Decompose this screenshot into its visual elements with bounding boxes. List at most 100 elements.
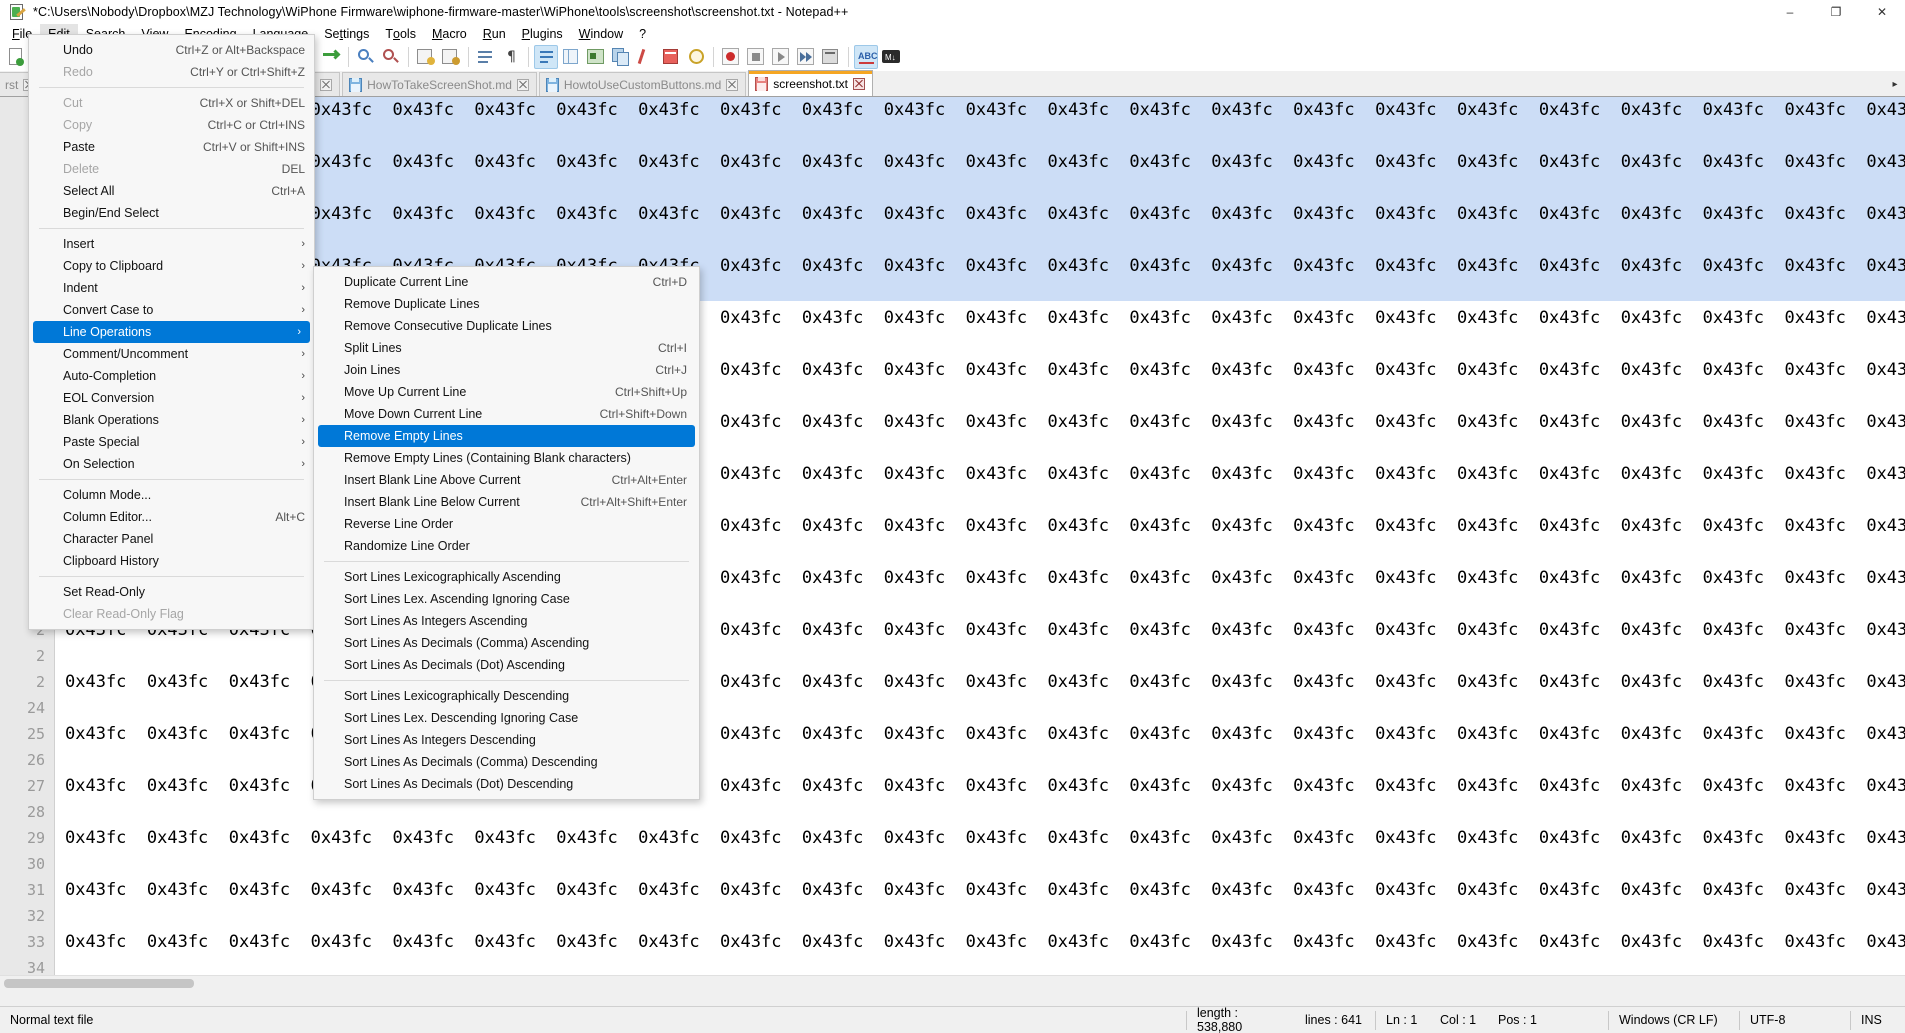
document-tab[interactable]: HowtoUseCustomButtons.md [539, 72, 746, 96]
sync-vertical-scroll-icon[interactable] [474, 45, 498, 69]
document-tab[interactable]: HowToTakeScreenShot.md [342, 72, 537, 96]
menubar-item-tools[interactable]: Tools [377, 24, 424, 43]
menu-item-move-down-current-line[interactable]: Move Down Current LineCtrl+Shift+Down [314, 403, 699, 425]
menu-item-remove-empty-lines-containing-blank-characters[interactable]: Remove Empty Lines (Containing Blank cha… [314, 447, 699, 469]
menu-item-paste-special[interactable]: Paste Special› [29, 431, 314, 453]
function-list-icon[interactable] [684, 45, 708, 69]
menu-item-insert-blank-line-below-current[interactable]: Insert Blank Line Below CurrentCtrl+Alt+… [314, 491, 699, 513]
minimize-button[interactable]: – [1767, 0, 1813, 24]
menu-item-randomize-line-order[interactable]: Randomize Line Order [314, 535, 699, 557]
menu-item-insert-blank-line-above-current[interactable]: Insert Blank Line Above CurrentCtrl+Alt+… [314, 469, 699, 491]
menu-item-sort-lines-as-integers-descending[interactable]: Sort Lines As Integers Descending [314, 729, 699, 751]
menu-item-set-read-only[interactable]: Set Read-Only [29, 581, 314, 603]
menu-item-sort-lines-as-decimals-dot-ascending[interactable]: Sort Lines As Decimals (Dot) Ascending [314, 654, 699, 676]
line-number: 25 [27, 721, 45, 747]
menu-item-shortcut: Ctrl+A [271, 184, 305, 198]
toolbar-separator [408, 47, 409, 67]
word-wrap-icon[interactable] [534, 45, 558, 69]
zoom-out-icon[interactable] [439, 45, 463, 69]
tab-close-icon[interactable] [517, 79, 529, 91]
menu-item-indent[interactable]: Indent› [29, 277, 314, 299]
menu-item-sort-lines-lex-descending-ignoring-case[interactable]: Sort Lines Lex. Descending Ignoring Case [314, 707, 699, 729]
notepad-plus-plus-window: *C:\Users\Nobody\Dropbox\MZJ Technology\… [0, 0, 1905, 1033]
menubar-item-macro[interactable]: Macro [424, 24, 475, 43]
code-line[interactable]: 0x43fc 0x43fc 0x43fc 0x43fc 0x43fc 0x43f… [65, 929, 1905, 955]
edit-menu-popup[interactable]: UndoCtrl+Z or Alt+BackspaceRedoCtrl+Y or… [28, 34, 315, 630]
tab-close-icon[interactable] [853, 78, 865, 90]
menu-item-line-operations[interactable]: Line Operations› [33, 321, 310, 343]
menu-item-reverse-line-order[interactable]: Reverse Line Order [314, 513, 699, 535]
macro-play-icon[interactable] [769, 45, 793, 69]
horizontal-scrollbar[interactable] [0, 975, 1905, 990]
menu-item-join-lines[interactable]: Join LinesCtrl+J [314, 359, 699, 381]
menu-item-sort-lines-as-integers-ascending[interactable]: Sort Lines As Integers Ascending [314, 610, 699, 632]
menu-item-duplicate-current-line[interactable]: Duplicate Current LineCtrl+D [314, 271, 699, 293]
redo-icon[interactable] [319, 45, 343, 69]
horizontal-scrollbar-thumb[interactable] [4, 979, 194, 988]
macro-save-icon[interactable] [819, 45, 843, 69]
menubar-item-[interactable]: ? [631, 24, 654, 43]
menu-item-copy-to-clipboard[interactable]: Copy to Clipboard› [29, 255, 314, 277]
menu-item-split-lines[interactable]: Split LinesCtrl+I [314, 337, 699, 359]
macro-record-icon[interactable] [634, 45, 658, 69]
menu-item-sort-lines-lex-ascending-ignoring-case[interactable]: Sort Lines Lex. Ascending Ignoring Case [314, 588, 699, 610]
menubar-item-window[interactable]: Window [571, 24, 631, 43]
menu-item-convert-case-to[interactable]: Convert Case to› [29, 299, 314, 321]
menu-item-select-all[interactable]: Select All Ctrl+A [29, 180, 314, 202]
tab-close-icon[interactable] [320, 79, 332, 91]
menu-item-label: Select All [63, 184, 114, 198]
menu-item-clipboard-history[interactable]: Clipboard History [29, 550, 314, 572]
tab-scroll-right-button[interactable]: ▸ [1887, 74, 1903, 94]
document-list-icon[interactable] [659, 45, 683, 69]
find-icon[interactable] [354, 45, 378, 69]
macro-play-multiple-icon[interactable] [794, 45, 818, 69]
menu-item-column-editor[interactable]: Column Editor...Alt+C [29, 506, 314, 528]
close-button[interactable]: ✕ [1859, 0, 1905, 24]
menu-item-column-mode[interactable]: Column Mode... [29, 484, 314, 506]
menu-item-sort-lines-as-decimals-comma-descending[interactable]: Sort Lines As Decimals (Comma) Descendin… [314, 751, 699, 773]
code-line[interactable]: 0x43fc 0x43fc 0x43fc 0x43fc 0x43fc 0x43f… [65, 97, 1905, 123]
menubar-item-run[interactable]: Run [475, 24, 514, 43]
show-all-characters-icon[interactable]: ¶ [499, 45, 523, 69]
menu-item-sort-lines-as-decimals-dot-descending[interactable]: Sort Lines As Decimals (Dot) Descending [314, 773, 699, 795]
menubar-item-plugins[interactable]: Plugins [514, 24, 571, 43]
macro-record-start-icon[interactable] [719, 45, 743, 69]
menu-item-comment-uncomment[interactable]: Comment/Uncomment› [29, 343, 314, 365]
menubar-item-settings[interactable]: Settings [316, 24, 377, 43]
menu-item-begin-end-select[interactable]: Begin/End Select [29, 202, 314, 224]
ui-map-icon[interactable] [584, 45, 608, 69]
code-line[interactable]: 0x43fc 0x43fc 0x43fc 0x43fc 0x43fc 0x43f… [65, 149, 1905, 175]
menu-item-sort-lines-lexicographically-descending[interactable]: Sort Lines Lexicographically Descending [314, 685, 699, 707]
code-line[interactable]: 0x43fc 0x43fc 0x43fc 0x43fc 0x43fc 0x43f… [65, 201, 1905, 227]
menu-item-remove-empty-lines[interactable]: Remove Empty Lines [318, 425, 695, 447]
code-line[interactable]: 0x43fc 0x43fc 0x43fc 0x43fc 0x43fc 0x43f… [65, 877, 1905, 903]
menu-item-sort-lines-lexicographically-ascending[interactable]: Sort Lines Lexicographically Ascending [314, 566, 699, 588]
menu-item-undo[interactable]: UndoCtrl+Z or Alt+Backspace [29, 39, 314, 61]
line-number: 33 [27, 929, 45, 955]
menu-item-remove-duplicate-lines[interactable]: Remove Duplicate Lines [314, 293, 699, 315]
spell-check-icon[interactable]: ABC [854, 45, 878, 69]
replace-icon[interactable] [379, 45, 403, 69]
menu-item-paste[interactable]: PasteCtrl+V or Shift+INS [29, 136, 314, 158]
menu-item-insert[interactable]: Insert› [29, 233, 314, 255]
menu-item-on-selection[interactable]: On Selection› [29, 453, 314, 475]
menu-item-remove-consecutive-duplicate-lines[interactable]: Remove Consecutive Duplicate Lines [314, 315, 699, 337]
menu-item-blank-operations[interactable]: Blank Operations› [29, 409, 314, 431]
code-line[interactable]: 0x43fc 0x43fc 0x43fc 0x43fc 0x43fc 0x43f… [65, 825, 1905, 851]
zoom-in-icon[interactable] [414, 45, 438, 69]
document-tab[interactable]: screenshot.txt [748, 70, 873, 96]
menu-item-auto-completion[interactable]: Auto-Completion› [29, 365, 314, 387]
menu-item-character-panel[interactable]: Character Panel [29, 528, 314, 550]
clone-document-icon[interactable] [609, 45, 633, 69]
line-operations-submenu-popup[interactable]: Duplicate Current LineCtrl+DRemove Dupli… [313, 266, 700, 800]
menu-item-sort-lines-as-decimals-comma-ascending[interactable]: Sort Lines As Decimals (Comma) Ascending [314, 632, 699, 654]
indent-guide-icon[interactable] [559, 45, 583, 69]
new-file-icon[interactable] [4, 45, 28, 69]
markdown-preview-icon[interactable]: M↓ [879, 45, 903, 69]
menu-item-eol-conversion[interactable]: EOL Conversion› [29, 387, 314, 409]
macro-record-stop-icon[interactable] [744, 45, 768, 69]
menu-item-move-up-current-line[interactable]: Move Up Current LineCtrl+Shift+Up [314, 381, 699, 403]
menu-item-delete: DeleteDEL [29, 158, 314, 180]
tab-close-icon[interactable] [726, 79, 738, 91]
maximize-button[interactable]: ❐ [1813, 0, 1859, 24]
